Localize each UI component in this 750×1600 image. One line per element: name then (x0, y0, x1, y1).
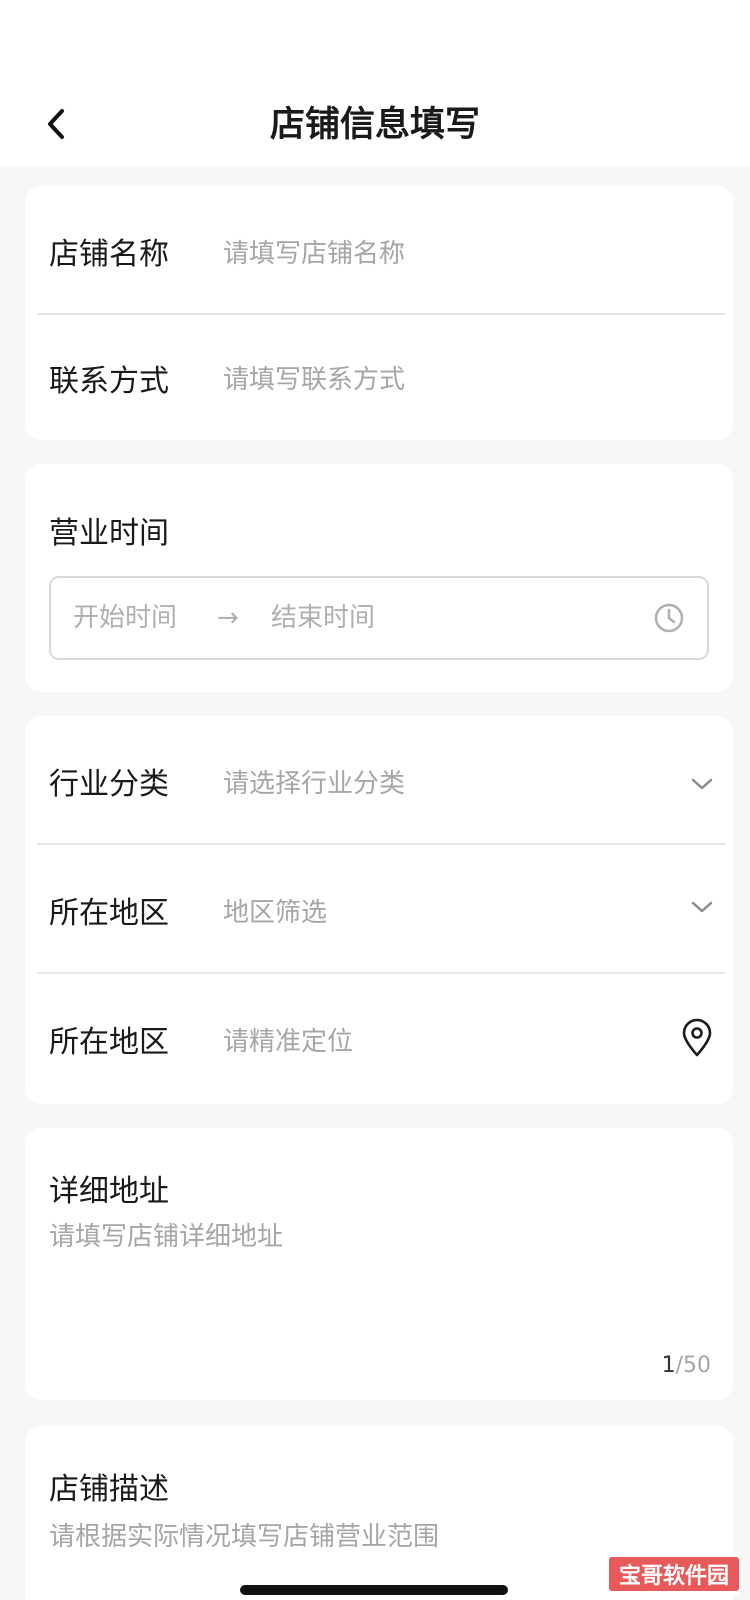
industry-select[interactable]: 请选择行业分类 (223, 763, 405, 800)
char-count-current: 1 (661, 1353, 676, 1378)
industry-label: 行业分类 (49, 767, 169, 802)
chevron-down-icon[interactable] (689, 899, 715, 915)
watermark-logo: 宝哥软件园 (606, 1554, 742, 1594)
location-label: 所在地区 (49, 1025, 169, 1060)
page-title: 店铺信息填写 (269, 105, 480, 145)
region-label: 所在地区 (49, 896, 169, 931)
contact-row[interactable]: 联系方式 请填写联系方式 (25, 315, 733, 440)
start-time-input[interactable]: 开始时间 (73, 578, 177, 658)
contact-input[interactable]: 请填写联系方式 (223, 359, 405, 396)
industry-row[interactable]: 行业分类 请选择行业分类 (25, 716, 733, 846)
char-count-max: /50 (675, 1353, 711, 1378)
business-hours-card: 营业时间 开始时间 → 结束时间 (25, 464, 733, 692)
region-row[interactable]: 所在地区 地区筛选 (25, 845, 733, 975)
description-textarea[interactable]: 请根据实际情况填写店铺营业范围 (49, 1516, 439, 1553)
arrow-right-icon: → (217, 603, 239, 633)
chevron-down-icon[interactable] (689, 776, 715, 792)
home-indicator (240, 1585, 508, 1595)
category-card: 行业分类 请选择行业分类 所在地区 地区筛选 所在地区 请精准定位 (25, 716, 733, 1104)
end-time-input[interactable]: 结束时间 (271, 578, 375, 658)
business-hours-label: 营业时间 (49, 516, 169, 551)
description-label: 店铺描述 (49, 1472, 169, 1507)
location-input[interactable]: 请精准定位 (223, 1021, 353, 1058)
region-select[interactable]: 地区筛选 (223, 892, 327, 929)
header-bar: 店铺信息填写 (0, 0, 750, 166)
shop-name-row[interactable]: 店铺名称 请填写店铺名称 (25, 186, 733, 316)
location-pin-icon[interactable] (679, 1018, 715, 1058)
address-label: 详细地址 (49, 1174, 169, 1209)
time-range-picker[interactable]: 开始时间 → 结束时间 (49, 576, 709, 660)
location-row[interactable]: 所在地区 请精准定位 (25, 974, 733, 1104)
address-textarea[interactable]: 请填写店铺详细地址 (49, 1216, 283, 1253)
basic-info-card: 店铺名称 请填写店铺名称 联系方式 请填写联系方式 (25, 186, 733, 440)
char-counter: 1/50 (662, 1353, 711, 1378)
contact-label: 联系方式 (49, 363, 169, 399)
address-card[interactable]: 详细地址 请填写店铺详细地址 1/50 (25, 1128, 733, 1400)
shop-name-input[interactable]: 请填写店铺名称 (223, 233, 405, 270)
shop-name-label: 店铺名称 (49, 237, 169, 272)
clock-icon (653, 602, 685, 638)
